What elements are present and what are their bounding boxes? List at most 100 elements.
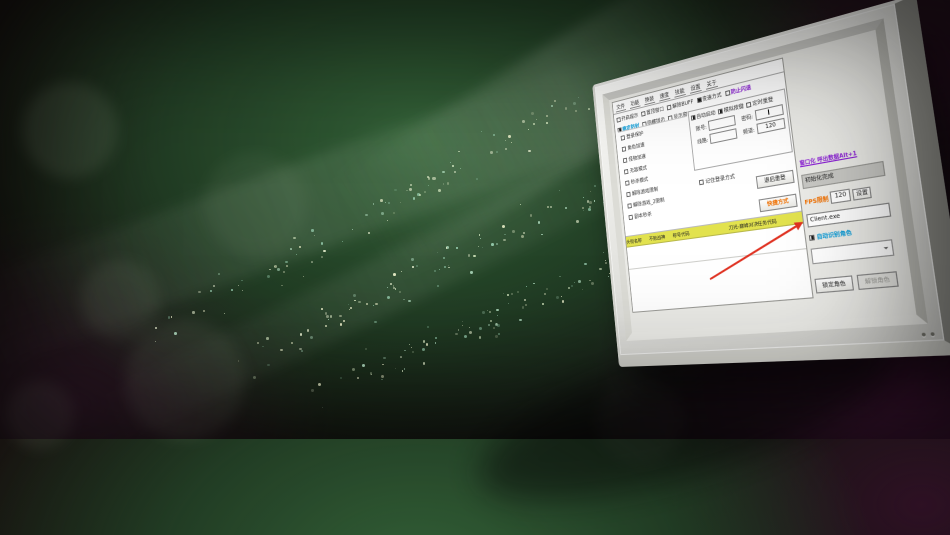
sparkle xyxy=(573,102,576,105)
sparkle xyxy=(274,265,277,268)
sparkle xyxy=(368,232,370,234)
sparkle xyxy=(603,252,604,253)
sparkle xyxy=(479,327,482,330)
sparkle xyxy=(435,337,437,339)
sparkle xyxy=(482,311,485,314)
sparkle xyxy=(443,183,444,184)
sparkle xyxy=(300,333,303,336)
sparkle xyxy=(266,337,269,340)
sparkle xyxy=(192,311,194,313)
sparkle xyxy=(462,321,463,322)
sparkle xyxy=(406,190,407,191)
sparkle xyxy=(224,313,225,314)
checkbox-icon xyxy=(641,110,646,116)
sparkle xyxy=(374,321,376,323)
auto-detect-checkbox[interactable]: 自动识别角色 xyxy=(809,228,853,242)
sparkle xyxy=(381,375,384,378)
sparkle xyxy=(444,266,446,268)
checkbox-icon xyxy=(616,117,620,123)
field-label: 线路: xyxy=(693,136,709,146)
remember-login-checkbox[interactable]: 记住登录方式 xyxy=(699,172,736,187)
sparkle xyxy=(404,368,405,369)
sparkle xyxy=(571,285,573,287)
sparkle xyxy=(608,276,609,277)
checkbox-icon xyxy=(697,97,702,103)
sparkle xyxy=(412,351,414,353)
sparkle xyxy=(588,108,590,110)
sparkle xyxy=(493,134,495,136)
fps-input[interactable]: 120 xyxy=(830,189,852,204)
sparkle xyxy=(490,320,492,322)
sparkle xyxy=(311,229,313,231)
feature-list: 登录保护角色加速怪物加速无敌模式秒杀模式解除游戏限制解除游戏_2限制副本秒杀 xyxy=(618,116,698,235)
sparkle xyxy=(402,370,404,372)
menu-item[interactable]: 速度 xyxy=(658,90,670,101)
sparkle xyxy=(447,182,449,184)
menu-item[interactable]: 换装 xyxy=(644,94,656,105)
sparkle xyxy=(352,229,353,230)
field-input[interactable]: 120 xyxy=(756,118,786,135)
field-input[interactable] xyxy=(709,128,737,144)
sparkle xyxy=(458,151,460,153)
sparkle xyxy=(383,357,386,360)
menu-item[interactable]: 技能 xyxy=(674,86,686,98)
checkbox-icon xyxy=(621,135,625,141)
sparkle xyxy=(354,300,355,301)
relogin-button[interactable]: 退后重登 xyxy=(756,170,795,189)
fps-set-button[interactable]: 设置 xyxy=(852,186,872,200)
menu-item[interactable]: 设置 xyxy=(689,82,702,94)
sparkle xyxy=(546,122,548,124)
sparkle xyxy=(171,316,172,317)
sparkle xyxy=(605,262,607,264)
sparkle xyxy=(561,296,562,297)
sparkle xyxy=(528,150,530,152)
sparkle xyxy=(583,197,584,198)
character-dropdown[interactable] xyxy=(811,239,895,264)
sparkle xyxy=(269,269,270,270)
sparkle xyxy=(544,293,546,295)
sparkle xyxy=(213,285,215,287)
sparkle xyxy=(311,261,313,263)
sparkle xyxy=(174,332,177,335)
sparkle xyxy=(419,194,421,196)
checkbox-label: 记住登录方式 xyxy=(705,172,735,185)
sparkle xyxy=(565,207,567,209)
sparkle xyxy=(462,325,463,326)
sparkle xyxy=(487,310,488,311)
sparkle xyxy=(238,360,239,361)
checkbox-icon xyxy=(623,157,627,163)
sparkle xyxy=(401,271,402,272)
checkbox-icon xyxy=(626,191,630,196)
sparkle xyxy=(568,287,570,289)
sparkle xyxy=(528,129,529,130)
sparkle xyxy=(340,323,343,326)
feature-label: 副本秒杀 xyxy=(634,210,652,221)
process-name-input[interactable]: Client.exe xyxy=(806,203,891,228)
bokeh-circle xyxy=(125,320,245,440)
sparkle xyxy=(503,293,504,294)
sparkle xyxy=(495,335,497,337)
sparkle xyxy=(565,107,567,109)
unlock-character-button[interactable]: 解锁角色 xyxy=(857,271,899,290)
sparkle xyxy=(584,263,587,266)
sparkle xyxy=(448,267,449,268)
list-divider xyxy=(629,248,806,270)
sparkle xyxy=(434,270,436,272)
bokeh-circle xyxy=(203,153,307,257)
sparkle xyxy=(496,323,497,324)
sparkle xyxy=(253,376,256,379)
shortcut-button[interactable]: 快捷方式 xyxy=(759,194,798,213)
sparkle xyxy=(423,362,426,365)
sparkle xyxy=(231,289,233,291)
sparkle xyxy=(238,285,240,287)
sparkle xyxy=(521,235,524,238)
sparkle xyxy=(578,280,581,283)
sparkle xyxy=(496,151,498,153)
checkbox-icon xyxy=(627,203,631,208)
menu-item[interactable]: 文件 xyxy=(615,102,626,113)
sparkle xyxy=(301,350,303,352)
checkbox-icon xyxy=(691,114,696,120)
lock-character-button[interactable]: 锁定角色 xyxy=(814,275,854,293)
menu-item[interactable]: 关于 xyxy=(705,78,718,90)
menu-item[interactable]: 功能 xyxy=(629,98,640,109)
